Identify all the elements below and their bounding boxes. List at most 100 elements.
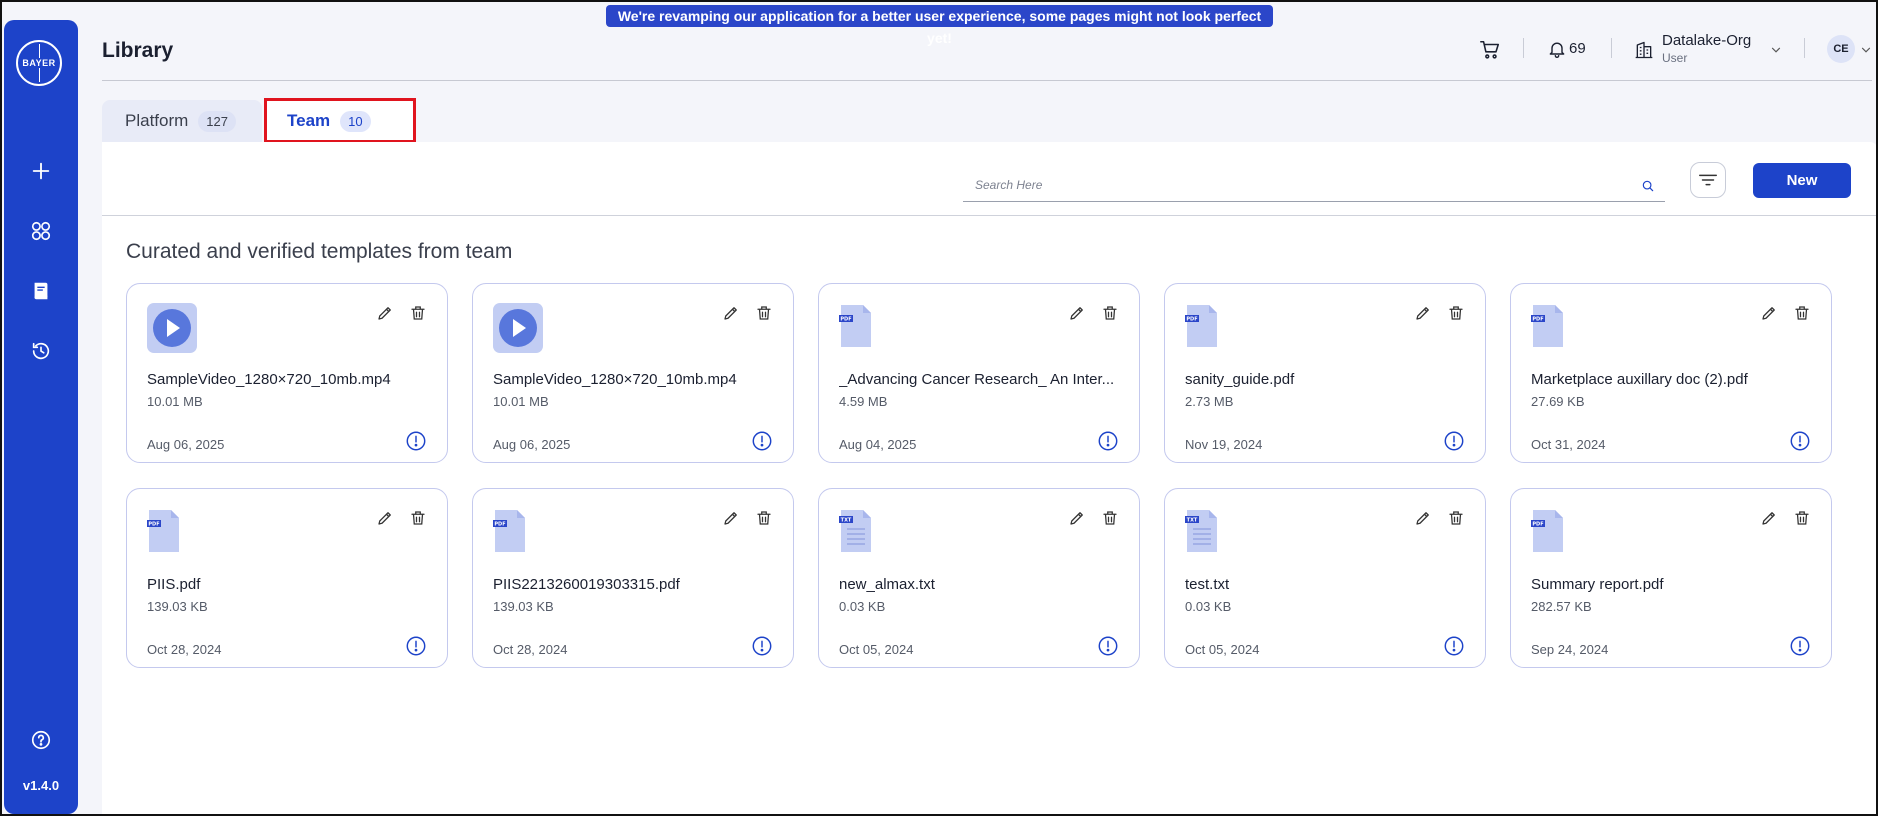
edit-icon[interactable] — [1068, 304, 1086, 322]
file-name: new_almax.txt — [839, 576, 935, 593]
sidebar-item-history[interactable] — [25, 335, 57, 367]
delete-icon[interactable] — [755, 509, 773, 527]
edit-icon[interactable] — [376, 509, 394, 527]
edit-icon[interactable] — [1760, 509, 1778, 527]
info-icon[interactable] — [1097, 430, 1119, 452]
info-icon[interactable] — [751, 635, 773, 657]
template-card[interactable]: SampleVideo_1280×720_10mb.mp4 10.01 MB Aug… — [472, 283, 794, 463]
avatar[interactable]: CE — [1827, 35, 1855, 63]
file-name: Summary report.pdf — [1531, 576, 1664, 593]
svg-text:PDF: PDF — [148, 522, 159, 528]
tab-team[interactable]: Team 10 — [264, 100, 414, 142]
edit-icon[interactable] — [1414, 509, 1432, 527]
template-card[interactable]: PDF Summary report.pdf 282.57 KB Sep 24, 20… — [1510, 488, 1832, 668]
delete-icon[interactable] — [1101, 304, 1119, 322]
filter-button[interactable] — [1690, 162, 1726, 198]
card-actions — [722, 509, 773, 527]
template-card[interactable]: TXT test.txt 0.03 KB Oct 05, 2024 — [1164, 488, 1486, 668]
video-file-icon — [493, 303, 543, 358]
card-actions — [376, 304, 427, 322]
organization-button[interactable] — [1633, 38, 1655, 62]
notification-count[interactable]: 69 — [1569, 40, 1586, 57]
page-title: Library — [102, 39, 174, 62]
file-date: Aug 06, 2025 — [147, 437, 225, 452]
template-card[interactable]: PDF _Advancing Cancer Research_ An Inter.… — [818, 283, 1140, 463]
announcement-banner: We're revamping our application for a be… — [606, 5, 1273, 46]
svg-text:TXT: TXT — [1187, 518, 1198, 524]
svg-text:PDF: PDF — [1532, 317, 1543, 323]
info-icon[interactable] — [1789, 635, 1811, 657]
template-card[interactable]: TXT new_almax.txt 0.03 KB Oct 05, 2024 — [818, 488, 1140, 668]
info-icon[interactable] — [405, 430, 427, 452]
edit-icon[interactable] — [722, 509, 740, 527]
app-version: v1.4.0 — [22, 778, 60, 793]
cart-icon — [1480, 40, 1500, 59]
help-icon — [31, 730, 51, 750]
search-icon[interactable] — [1641, 179, 1655, 198]
org-dropdown-toggle[interactable] — [1768, 42, 1784, 58]
file-name: test.txt — [1185, 576, 1230, 593]
delete-icon[interactable] — [1101, 509, 1119, 527]
delete-icon[interactable] — [1447, 509, 1465, 527]
tab-label: Team — [287, 111, 331, 130]
bayer-logo[interactable]: BAYER — [16, 40, 62, 86]
svg-text:PDF: PDF — [1186, 317, 1197, 323]
header-separator — [1523, 38, 1524, 58]
info-icon[interactable] — [405, 635, 427, 657]
template-card[interactable]: SampleVideo_1280×720_10mb.mp4 10.01 MB Aug… — [126, 283, 448, 463]
info-icon[interactable] — [1443, 635, 1465, 657]
delete-icon[interactable] — [409, 509, 427, 527]
delete-icon[interactable] — [409, 304, 427, 322]
sidebar-item-help[interactable] — [25, 724, 57, 756]
file-name: Marketplace auxillary doc (2).pdf — [1531, 371, 1748, 388]
org-name[interactable]: Datalake-Org — [1662, 32, 1751, 49]
delete-icon[interactable] — [1793, 304, 1811, 322]
history-icon — [32, 342, 50, 360]
edit-icon[interactable] — [376, 304, 394, 322]
pdf-file-icon: PDF — [1531, 303, 1565, 354]
edit-icon[interactable] — [1414, 304, 1432, 322]
info-icon[interactable] — [1789, 430, 1811, 452]
sidebar-item-library[interactable] — [25, 275, 57, 307]
cart-button[interactable] — [1478, 38, 1502, 62]
new-button[interactable]: New — [1753, 163, 1851, 198]
chevron-down-icon — [1861, 47, 1871, 53]
search-bar — [963, 170, 1665, 202]
delete-icon[interactable] — [1793, 509, 1811, 527]
info-icon[interactable] — [1443, 430, 1465, 452]
template-card[interactable]: PDF sanity_guide.pdf 2.73 MB Nov 19, 2024 — [1164, 283, 1486, 463]
card-actions — [376, 509, 427, 527]
template-card[interactable]: PDF PIIS.pdf 139.03 KB Oct 28, 2024 — [126, 488, 448, 668]
notifications-button[interactable] — [1546, 37, 1568, 61]
bell-icon — [1549, 42, 1565, 58]
edit-icon[interactable] — [722, 304, 740, 322]
file-name: PIIS2213260019303315.pdf — [493, 576, 680, 593]
edit-icon[interactable] — [1068, 509, 1086, 527]
delete-icon[interactable] — [1447, 304, 1465, 322]
delete-icon[interactable] — [755, 304, 773, 322]
template-card[interactable]: PDF PIIS2213260019303315.pdf 139.03 KB Oct … — [472, 488, 794, 668]
sidebar-item-add[interactable] — [25, 155, 57, 187]
file-size: 0.03 KB — [1185, 599, 1232, 614]
header-separator — [1804, 38, 1805, 58]
sidebar-item-apps[interactable] — [25, 215, 57, 247]
tab-label: Platform — [125, 111, 189, 130]
file-size: 0.03 KB — [839, 599, 886, 614]
profile-dropdown-toggle[interactable] — [1858, 42, 1874, 58]
file-size: 139.03 KB — [493, 599, 554, 614]
file-size: 27.69 KB — [1531, 394, 1585, 409]
template-card[interactable]: PDF Marketplace auxillary doc (2).pdf 27.6… — [1510, 283, 1832, 463]
txt-file-icon: TXT — [839, 508, 873, 559]
pdf-file-icon: PDF — [1531, 508, 1565, 559]
edit-icon[interactable] — [1760, 304, 1778, 322]
info-icon[interactable] — [1097, 635, 1119, 657]
tab-platform[interactable]: Platform 127 — [102, 100, 262, 142]
plus-icon — [32, 162, 50, 180]
org-role: User — [1662, 51, 1688, 65]
info-icon[interactable] — [751, 430, 773, 452]
file-name: SampleVideo_1280×720_10mb.mp4 — [493, 371, 737, 388]
search-input[interactable] — [963, 170, 1623, 200]
card-actions — [1760, 304, 1811, 322]
card-actions — [1068, 509, 1119, 527]
card-actions — [722, 304, 773, 322]
